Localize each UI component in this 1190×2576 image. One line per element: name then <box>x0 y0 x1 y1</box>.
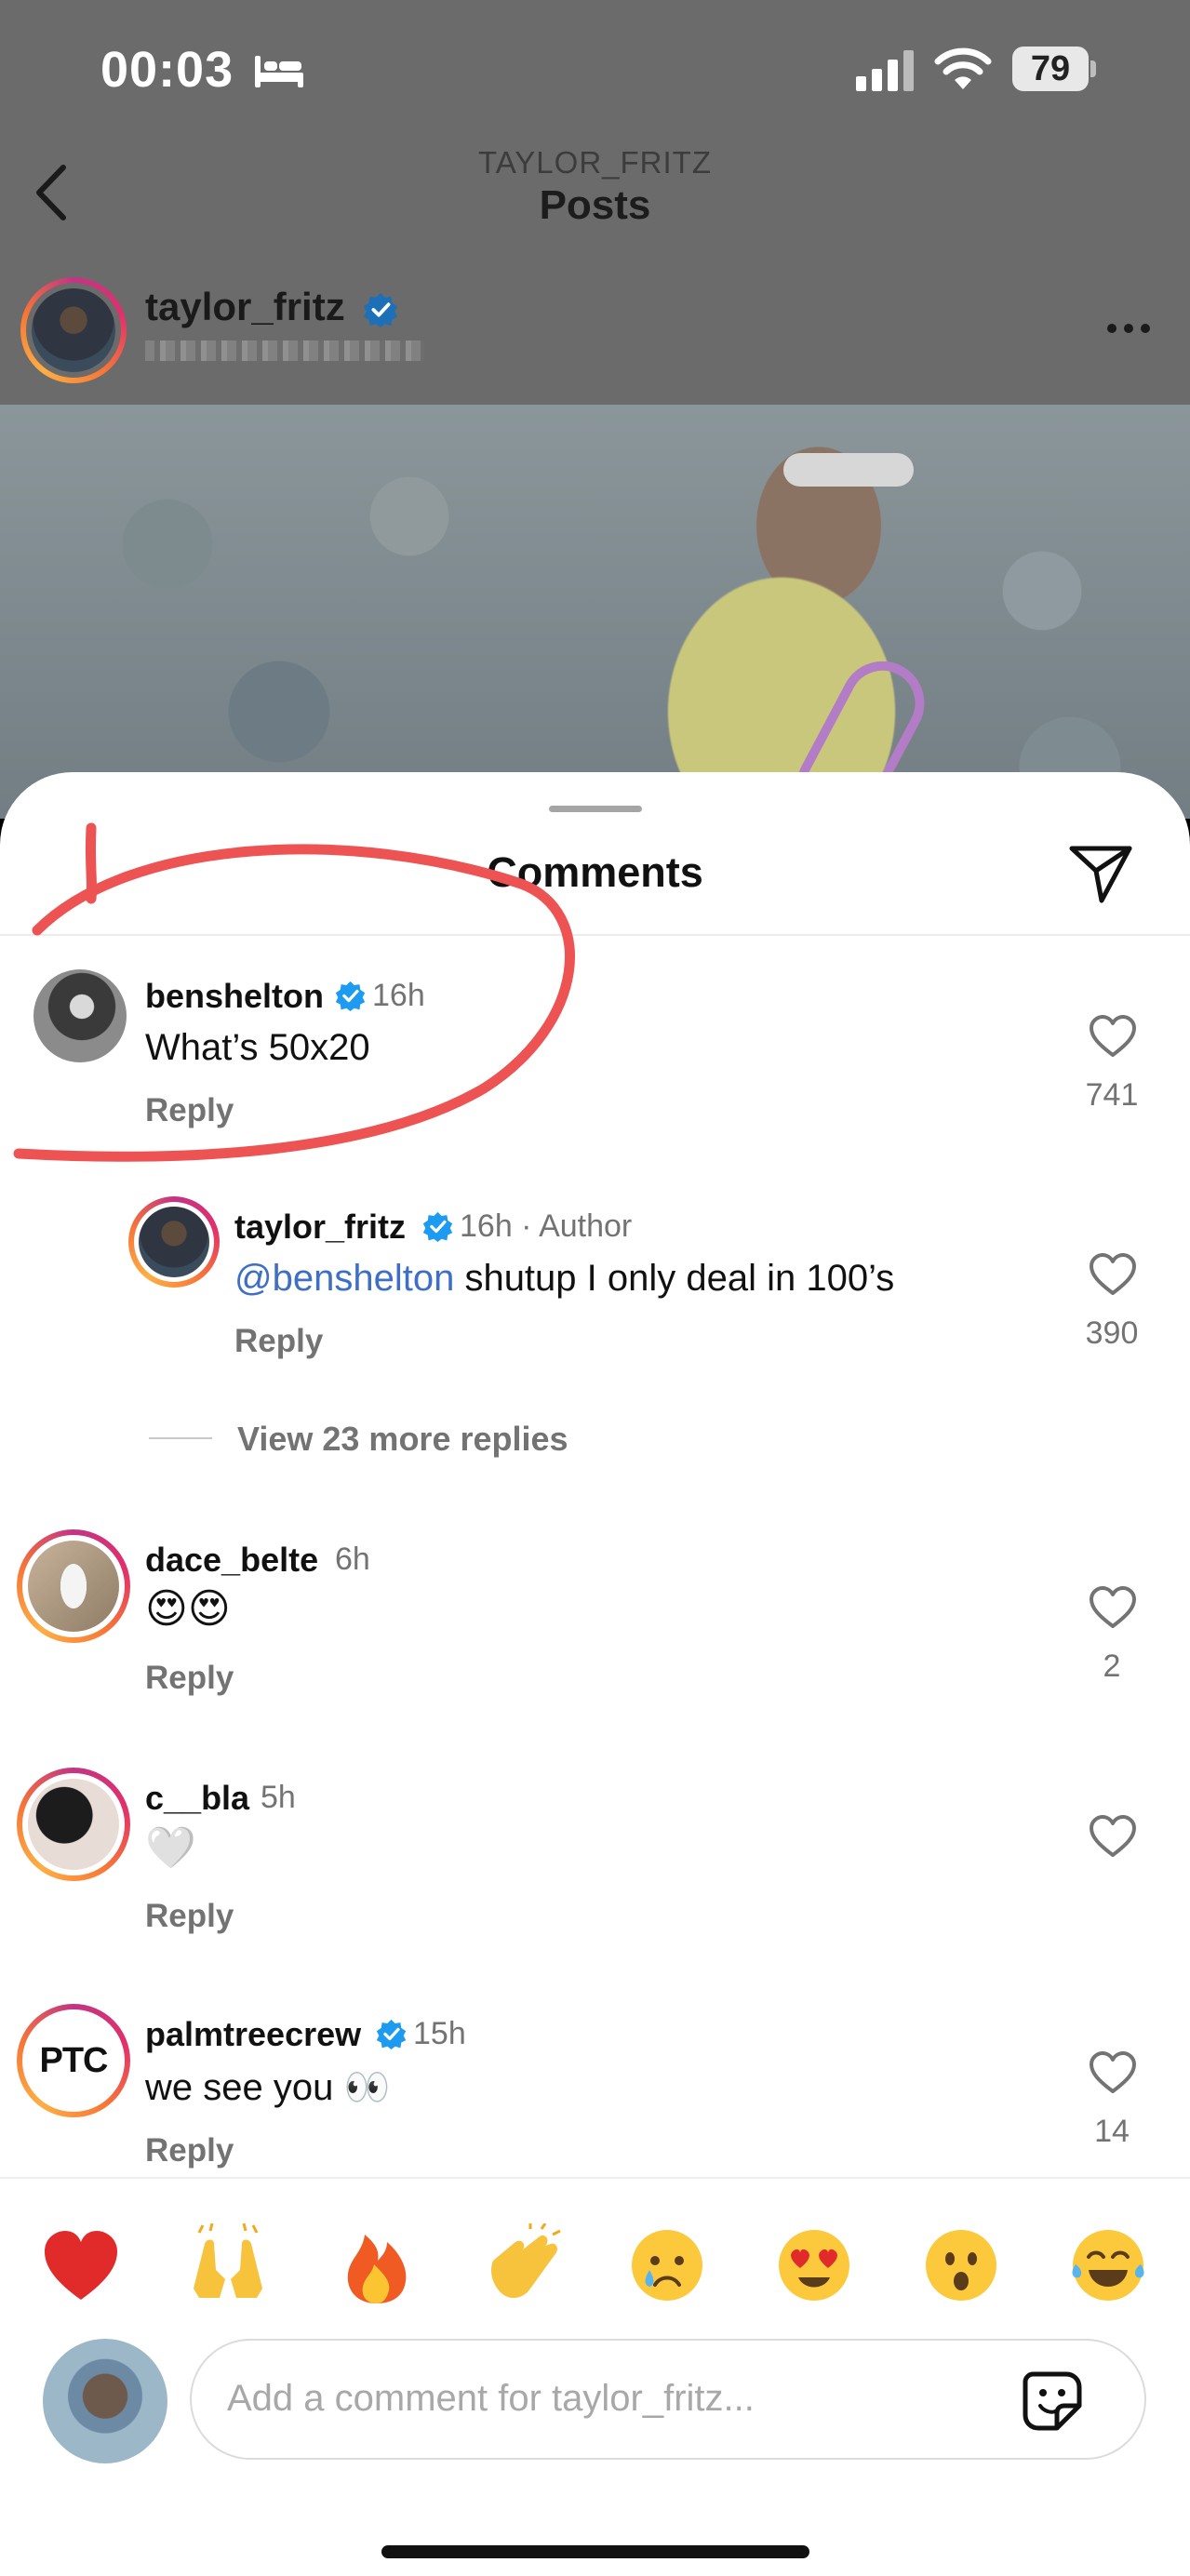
comment-text: 😍😍 <box>145 1585 231 1633</box>
avatar[interactable] <box>17 1529 130 1643</box>
comment-username[interactable]: benshelton <box>145 977 324 1016</box>
comment-username[interactable]: c__bla <box>145 1779 249 1818</box>
post-photo <box>0 405 1190 819</box>
comment-text-body: shutup I only deal in 100’s <box>454 1258 895 1299</box>
reply-button[interactable]: Reply <box>234 1323 323 1360</box>
reply-button[interactable]: Reply <box>145 1898 234 1935</box>
crying-face-emoji-icon <box>632 2230 702 2301</box>
home-indicator[interactable] <box>381 2545 809 2558</box>
raising-hands-emoji-icon <box>194 2222 262 2298</box>
comment-time: 15h <box>413 2016 466 2051</box>
signal-icon <box>856 50 914 91</box>
page-title: Posts <box>539 182 651 228</box>
laughing-crying-emoji-icon <box>1072 2230 1144 2301</box>
battery-level: 79 <box>1012 47 1089 91</box>
verified-badge-icon <box>422 1211 453 1242</box>
reply-button[interactable]: Reply <box>145 1660 234 1697</box>
comment-input-placeholder: Add a comment for taylor_fritz... <box>227 2378 755 2419</box>
sheet-grabber[interactable] <box>549 806 642 812</box>
quick-emoji-button[interactable] <box>919 2223 1003 2307</box>
avatar[interactable]: PTC <box>17 2004 130 2117</box>
mention-link[interactable]: @benshelton <box>234 1258 454 1299</box>
view-more-replies-button[interactable]: View 23 more replies <box>237 1420 568 1459</box>
divider <box>0 934 1190 936</box>
comment-username[interactable]: taylor_fritz <box>234 1208 406 1247</box>
reply-button[interactable]: Reply <box>145 1092 234 1129</box>
sheet-title: Comments <box>487 848 703 896</box>
more-horizontal-icon[interactable] <box>1105 322 1152 335</box>
post-audio-subtitle <box>145 340 424 361</box>
avatar[interactable] <box>128 1196 220 1288</box>
paper-plane-icon[interactable] <box>1068 843 1133 904</box>
comment-text: 🤍 <box>145 1824 196 1872</box>
battery-icon: 79 <box>1012 47 1096 91</box>
wifi-icon <box>934 47 992 89</box>
clapping-hands-emoji-icon <box>491 2222 561 2299</box>
heart-icon[interactable] <box>1089 1014 1137 1059</box>
heart-icon[interactable] <box>1089 2050 1137 2095</box>
comment-username[interactable]: dace_belte <box>145 1541 318 1580</box>
comment-text: we see you 👀 <box>145 2067 391 2108</box>
quick-emoji-button[interactable] <box>186 2222 270 2307</box>
quick-emoji-button[interactable] <box>625 2223 709 2307</box>
reply-button[interactable]: Reply <box>145 2132 234 2169</box>
quick-emoji-button[interactable] <box>484 2222 568 2307</box>
divider <box>149 1437 212 1439</box>
surprised-face-emoji-icon <box>926 2230 996 2301</box>
comment-text: @benshelton shutup I only deal in 100’s <box>234 1258 894 1300</box>
quick-emoji-button[interactable] <box>39 2223 123 2307</box>
current-user-avatar[interactable] <box>43 2339 167 2463</box>
heart-icon[interactable] <box>1089 1585 1137 1630</box>
comment-time: 6h <box>335 1542 370 1577</box>
quick-reactions <box>0 2222 1190 2313</box>
comment-time: 16h · Author <box>460 1208 633 1244</box>
fire-emoji-icon <box>347 2235 407 2303</box>
post-author-avatar[interactable] <box>20 277 127 383</box>
avatar-logo-text: PTC <box>39 2040 109 2080</box>
avatar[interactable] <box>33 969 147 1083</box>
comment-composer-bar: ❤️ 🙌 🔥 👏 😢 😍 😮 😂 Add a comment for taylo… <box>0 2177 1190 2576</box>
verified-badge-icon <box>363 292 398 327</box>
quick-emoji-button[interactable] <box>1066 2223 1150 2307</box>
comment-text: What’s 50x20 <box>145 1027 370 1068</box>
header-subtitle: TAYLOR_FRITZ <box>478 145 712 180</box>
heart-icon[interactable] <box>1089 1252 1137 1297</box>
comment-input[interactable]: Add a comment for taylor_fritz... <box>190 2339 1146 2460</box>
like-count: 14 <box>1094 2114 1130 2149</box>
comment-time: 16h <box>372 978 425 1013</box>
like-count: 2 <box>1103 1648 1121 1684</box>
photo-headband <box>783 453 914 487</box>
sticker-icon[interactable] <box>1020 2369 1085 2434</box>
comment-time: 5h <box>261 1780 296 1815</box>
status-time: 00:03 <box>100 42 234 98</box>
quick-emoji-button[interactable] <box>772 2223 856 2307</box>
verified-badge-icon <box>335 981 366 1011</box>
heart-icon[interactable] <box>1089 1814 1137 1859</box>
post-author-username[interactable]: taylor_fritz <box>145 285 345 329</box>
avatar[interactable] <box>17 1768 130 1881</box>
bed-icon <box>255 56 303 87</box>
red-heart-emoji-icon <box>45 2231 117 2300</box>
post-background: 00:03 79 TAYLOR_FRITZ Posts taylor_fritz <box>0 0 1190 819</box>
status-bar: 00:03 79 <box>0 0 1190 140</box>
verified-badge-icon <box>376 2019 407 2049</box>
comment-username[interactable]: palmtreecrew <box>145 2015 361 2054</box>
quick-emoji-button[interactable] <box>335 2223 419 2307</box>
like-count: 741 <box>1085 1077 1139 1113</box>
like-count: 390 <box>1085 1315 1139 1351</box>
heart-eyes-emoji-icon <box>779 2230 849 2301</box>
